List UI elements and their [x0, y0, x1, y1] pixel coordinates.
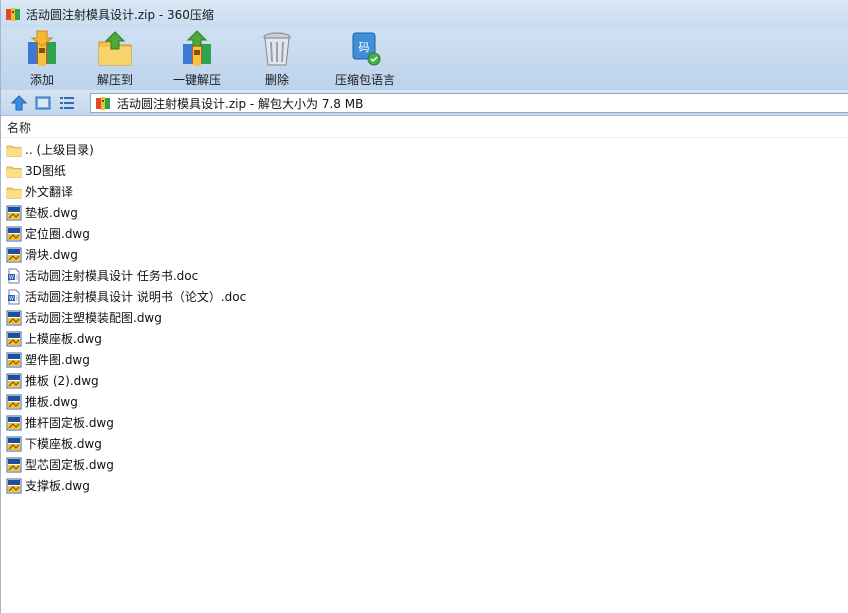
svg-text:W: W — [9, 296, 14, 302]
navigation-bar: 活动圆注射模具设计.zip - 解包大小为 7.8 MB — [1, 90, 848, 116]
trash-can-icon — [263, 32, 291, 66]
address-bar[interactable]: 活动圆注射模具设计.zip - 解包大小为 7.8 MB — [90, 93, 848, 113]
dwg-file-icon — [6, 205, 22, 221]
column-name-label: 名称 — [7, 120, 32, 135]
zip-app-icon — [6, 8, 20, 21]
dwg-file-icon — [6, 457, 22, 473]
folder-icon — [6, 163, 22, 179]
file-name: .. (上级目录) — [25, 143, 94, 157]
detail-view-button[interactable] — [57, 93, 77, 113]
folder-icon — [6, 142, 22, 158]
dwg-file-icon — [6, 373, 22, 389]
detail-list-icon — [60, 96, 74, 109]
file-list: 名称 .. (上级目录) 3D图纸外文翻译垫板.dwg 定位圈.dwg 滑块.dwg W… — [1, 117, 848, 613]
file-name: 推板 (2).dwg — [25, 374, 99, 388]
file-list-item[interactable]: 滑块.dwg — [1, 244, 848, 265]
up-level-button[interactable] — [9, 93, 29, 113]
file-name: 塑件图.dwg — [25, 353, 90, 367]
file-name: 外文翻译 — [25, 185, 74, 199]
extract-folder-icon — [98, 31, 132, 66]
encoding-language-icon: 码 — [352, 32, 381, 66]
column-header-name[interactable]: 名称 — [1, 117, 848, 138]
add-label: 添加 — [29, 73, 54, 87]
file-list-item[interactable]: 推板.dwg — [1, 391, 848, 412]
file-list-item[interactable]: 活动圆注塑模装配图.dwg — [1, 307, 848, 328]
dwg-file-icon — [6, 415, 22, 431]
one-click-extract-button[interactable]: 一键解压 — [155, 28, 239, 90]
file-name: 推杆固定板.dwg — [25, 416, 114, 430]
file-list-item[interactable]: 定位圈.dwg — [1, 223, 848, 244]
file-name: 下模座板.dwg — [25, 437, 102, 451]
add-button[interactable]: 添加 — [11, 28, 73, 90]
dwg-file-icon — [6, 352, 22, 368]
delete-button[interactable]: 删除 — [249, 28, 305, 90]
dwg-file-icon — [6, 394, 22, 410]
file-list-item[interactable]: .. (上级目录) — [1, 139, 848, 160]
file-name: 活动圆注射模具设计 任务书.doc — [25, 269, 199, 283]
file-name: 型芯固定板.dwg — [25, 458, 114, 472]
dwg-file-icon — [6, 310, 22, 326]
file-name: 3D图纸 — [25, 164, 66, 178]
file-list-item[interactable]: 上模座板.dwg — [1, 328, 848, 349]
file-name: 活动圆注射模具设计 说明书（论文）.doc — [25, 290, 247, 304]
app-window: 活动圆注射模具设计.zip - 360压缩 添加 解压到 一键解压 删除 码 压… — [0, 0, 848, 613]
window-title: 活动圆注射模具设计.zip - 360压缩 — [26, 7, 214, 22]
file-list-item[interactable]: 推板 (2).dwg — [1, 370, 848, 391]
file-name: 滑块.dwg — [25, 248, 78, 262]
file-name: 定位圈.dwg — [25, 227, 90, 241]
svg-text:码: 码 — [359, 41, 370, 54]
address-text: 活动圆注射模具设计.zip - 解包大小为 7.8 MB — [117, 96, 364, 111]
one-click-extract-icon — [183, 30, 211, 66]
file-list-item[interactable]: 推杆固定板.dwg — [1, 412, 848, 433]
file-rows: .. (上级目录) 3D图纸外文翻译垫板.dwg 定位圈.dwg 滑块.dwg W 活动圆… — [1, 138, 848, 496]
doc-file-icon: W — [6, 268, 22, 284]
one-click-extract-label: 一键解压 — [172, 73, 221, 87]
svg-text:W: W — [9, 275, 14, 281]
file-list-item[interactable]: W 活动圆注射模具设计 说明书（论文）.doc — [1, 286, 848, 307]
file-name: 活动圆注塑模装配图.dwg — [25, 311, 162, 325]
extract-to-label: 解压到 — [96, 73, 133, 87]
zip-archive-icon — [96, 97, 110, 110]
thumbnail-view-button[interactable] — [33, 93, 53, 113]
folder-icon — [6, 184, 22, 200]
delete-label: 删除 — [264, 73, 289, 87]
file-name: 上模座板.dwg — [25, 332, 102, 346]
file-name: 推板.dwg — [25, 395, 78, 409]
file-name: 垫板.dwg — [25, 206, 78, 220]
dwg-file-icon — [6, 247, 22, 263]
file-list-item[interactable]: 垫板.dwg — [1, 202, 848, 223]
file-name: 支撑板.dwg — [25, 479, 90, 493]
file-list-item[interactable]: 外文翻译 — [1, 181, 848, 202]
file-list-item[interactable]: 支撑板.dwg — [1, 475, 848, 496]
title-bar: 活动圆注射模具设计.zip - 360压缩 — [1, 0, 848, 28]
file-list-item[interactable]: 型芯固定板.dwg — [1, 454, 848, 475]
file-list-item[interactable]: 下模座板.dwg — [1, 433, 848, 454]
file-list-item[interactable]: 3D图纸 — [1, 160, 848, 181]
archive-language-label: 压缩包语言 — [334, 73, 395, 87]
add-archive-icon — [28, 30, 56, 66]
doc-file-icon: W — [6, 289, 22, 305]
thumbnail-view-icon — [35, 96, 51, 109]
toolbar: 添加 解压到 一键解压 删除 码 压缩包语言 — [1, 28, 848, 90]
file-list-item[interactable]: 塑件图.dwg — [1, 349, 848, 370]
dwg-file-icon — [6, 226, 22, 242]
up-arrow-icon — [10, 94, 28, 110]
dwg-file-icon — [6, 436, 22, 452]
file-list-item[interactable]: W 活动圆注射模具设计 任务书.doc — [1, 265, 848, 286]
dwg-file-icon — [6, 331, 22, 347]
extract-to-button[interactable]: 解压到 — [79, 28, 151, 90]
dwg-file-icon — [6, 478, 22, 494]
archive-language-button[interactable]: 码 压缩包语言 — [325, 28, 405, 90]
